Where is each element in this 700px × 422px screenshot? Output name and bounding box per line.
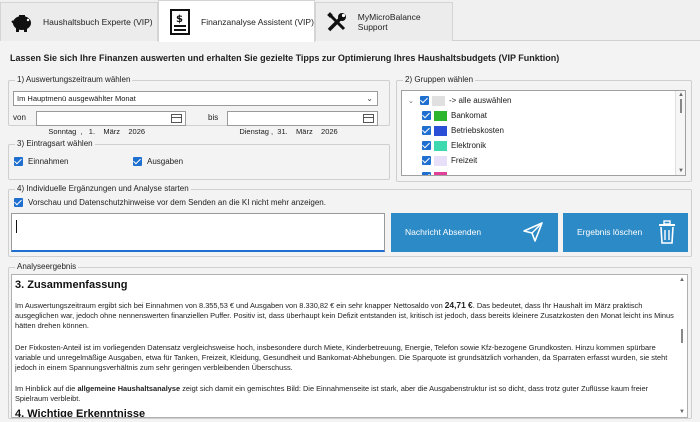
- result-next-heading: 4. Wichtige Erkenntnisse: [15, 408, 146, 418]
- group-item-betriebskosten[interactable]: Betriebskosten: [412, 123, 504, 138]
- to-date-picker[interactable]: Dienstag , 31. März 2026: [227, 111, 378, 136]
- tab-label: Haushaltsbuch Experte (VIP): [43, 17, 153, 27]
- result-heading: 3. Zusammenfassung: [15, 279, 128, 291]
- from-date-picker[interactable]: Sonntag , 1. März 2026: [36, 111, 186, 136]
- color-swatch: [434, 171, 447, 175]
- text-run: Im Auswertungszeitraum ergibt sich bei E…: [15, 301, 445, 310]
- color-swatch: [434, 110, 447, 121]
- result-paragraph-2: Der Fixkosten-Anteil ist im vorliegenden…: [15, 343, 668, 373]
- from-date-value: Sonntag , 1. März 2026: [48, 127, 146, 136]
- tab-finanzanalyse[interactable]: $ Finanzanalyse Assistent (VIP): [158, 0, 315, 42]
- group-item-partial[interactable]: [412, 169, 451, 175]
- groups-tree[interactable]: ⌄ -> alle auswählen Bankomat Betriebskos…: [401, 90, 686, 176]
- group-item-elektronik[interactable]: Elektronik: [412, 138, 486, 153]
- svg-text:$: $: [176, 14, 183, 25]
- send-icon: [522, 221, 544, 245]
- groups-scrollbar[interactable]: ▲ ▼: [675, 91, 685, 175]
- checkbox-checked-icon[interactable]: [422, 172, 431, 175]
- group-label: Bankomat: [451, 111, 488, 120]
- collapse-icon[interactable]: ⌄: [408, 97, 416, 105]
- group-item-freizeit[interactable]: Freizeit: [412, 153, 477, 168]
- scroll-down-icon[interactable]: ▼: [679, 409, 685, 415]
- checkbox-checked-icon: [14, 198, 23, 207]
- result-scrollbar[interactable]: ▲ ▼: [677, 275, 687, 417]
- group-item-bankomat[interactable]: Bankomat: [412, 108, 487, 123]
- group-title: Analyseergebnis: [15, 262, 79, 271]
- group-title: 3) Eintragsart wählen: [15, 139, 95, 148]
- chevron-down-icon: ⌄: [366, 94, 373, 103]
- money-document-icon: $: [167, 8, 193, 35]
- send-message-button[interactable]: Nachricht Absenden: [391, 213, 558, 252]
- checkbox-checked-icon[interactable]: [420, 96, 429, 105]
- result-paragraph-1: Im Auswertungszeitraum ergibt sich bei E…: [15, 300, 675, 332]
- clear-button-label: Ergebnis löschen: [577, 227, 643, 237]
- checkbox-checked-icon: [133, 157, 142, 166]
- to-label: bis: [208, 113, 219, 122]
- scroll-down-icon[interactable]: ▼: [678, 168, 684, 174]
- expenses-label: Ausgaben: [147, 157, 184, 166]
- period-select[interactable]: Im Hauptmenü ausgewählter Monat ⌄: [13, 91, 378, 106]
- checkbox-checked-icon[interactable]: [422, 141, 431, 150]
- send-button-label: Nachricht Absenden: [405, 227, 482, 237]
- net-balance-value: 24,71 €: [444, 300, 473, 310]
- calendar-icon[interactable]: [171, 114, 182, 123]
- income-label: Einnahmen: [28, 157, 69, 166]
- group-label: Elektronik: [451, 141, 487, 150]
- to-date-value: Dienstag , 31. März 2026: [239, 127, 338, 136]
- scroll-thumb[interactable]: [680, 99, 682, 113]
- result-paragraph-3: Im Hinblick auf die allgemeine Haushalts…: [15, 384, 675, 404]
- analysis-result-view[interactable]: 3. Zusammenfassung Im Auswertungszeitrau…: [11, 274, 688, 418]
- period-select-value: Im Hauptmenü ausgewählter Monat: [17, 94, 136, 103]
- expenses-checkbox[interactable]: Ausgaben: [133, 157, 183, 166]
- scroll-thumb[interactable]: [681, 329, 683, 343]
- color-swatch: [434, 155, 447, 166]
- trash-icon: [656, 219, 678, 247]
- privacy-checkbox[interactable]: Vorschau und Datenschutzhinweise vor dem…: [14, 198, 326, 207]
- group-title: 4) Individuelle Ergänzungen und Analyse …: [15, 184, 191, 193]
- checkbox-checked-icon[interactable]: [422, 126, 431, 135]
- tab-support[interactable]: MyMicroBalance Support: [315, 2, 453, 41]
- color-swatch: [434, 125, 447, 136]
- privacy-label: Vorschau und Datenschutzhinweise vor dem…: [28, 198, 326, 207]
- text-bold: allgemeine Haushaltsanalyse: [77, 384, 181, 393]
- text-run: Im Hinblick auf die: [15, 384, 78, 393]
- checkbox-checked-icon: [14, 157, 23, 166]
- group-title: 2) Gruppen wählen: [403, 75, 476, 84]
- group-label: Freizeit: [451, 156, 478, 165]
- text-caret: [16, 220, 17, 233]
- page-title: Lassen Sie sich Ihre Finanzen auswerten …: [10, 53, 560, 63]
- tab-bar: Haushaltsbuch Experte (VIP) $ Finanzanal…: [0, 0, 700, 42]
- tools-icon: [324, 9, 350, 35]
- clear-result-button[interactable]: Ergebnis löschen: [563, 213, 688, 252]
- message-input[interactable]: [11, 213, 385, 252]
- piggy-bank-icon: [9, 9, 35, 35]
- group-item-all[interactable]: ⌄ -> alle auswählen: [402, 93, 511, 108]
- group-title: 1) Auswertungszeitraum wählen: [15, 75, 133, 84]
- tab-label: MyMicroBalance Support: [357, 12, 421, 32]
- from-label: von: [13, 113, 26, 122]
- group-label: Betriebskosten: [451, 126, 504, 135]
- checkbox-checked-icon[interactable]: [422, 156, 431, 165]
- tab-label: Finanzanalyse Assistent (VIP): [201, 16, 314, 27]
- calendar-icon[interactable]: [363, 114, 374, 123]
- tab-haushaltsbuch[interactable]: Haushaltsbuch Experte (VIP): [0, 2, 158, 41]
- group-label: -> alle auswählen: [449, 96, 512, 105]
- color-swatch: [432, 95, 445, 106]
- checkbox-checked-icon[interactable]: [422, 111, 431, 120]
- scroll-up-icon[interactable]: ▲: [679, 277, 685, 283]
- color-swatch: [434, 140, 447, 151]
- income-checkbox[interactable]: Einnahmen: [14, 157, 68, 166]
- finanzanalyse-panel: Lassen Sie sich Ihre Finanzen auswerten …: [0, 41, 700, 422]
- scroll-up-icon[interactable]: ▲: [678, 92, 684, 98]
